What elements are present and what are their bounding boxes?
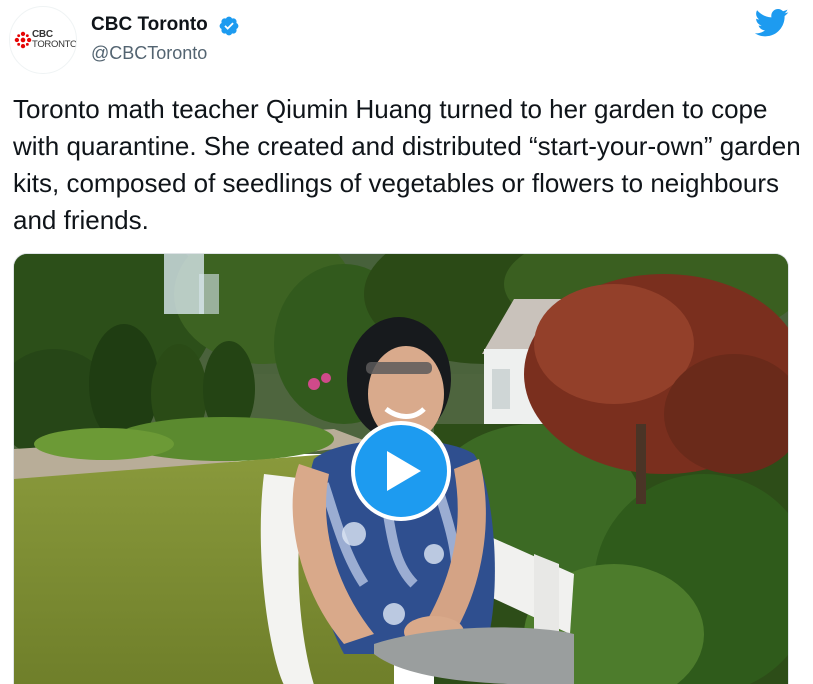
display-name[interactable]: CBC Toronto (91, 14, 208, 36)
twitter-bird-icon[interactable] (755, 8, 789, 38)
avatar-logo-line2: TORONTO (32, 39, 77, 50)
tweet-text: Toronto math teacher Qiumin Huang turned… (13, 94, 801, 235)
cbc-gem-icon (14, 31, 32, 49)
play-icon (387, 451, 421, 491)
play-button[interactable] (351, 421, 451, 521)
avatar[interactable]: CBC TORONTO (9, 6, 77, 74)
account-handle[interactable]: @CBCToronto (91, 43, 207, 64)
tweet-card: CBC TORONTO CBC Toronto @CBCToronto Toro… (0, 0, 813, 684)
avatar-logo-text: CBC TORONTO (32, 30, 77, 50)
video-thumbnail[interactable] (13, 253, 789, 684)
verified-badge-icon (219, 16, 239, 36)
